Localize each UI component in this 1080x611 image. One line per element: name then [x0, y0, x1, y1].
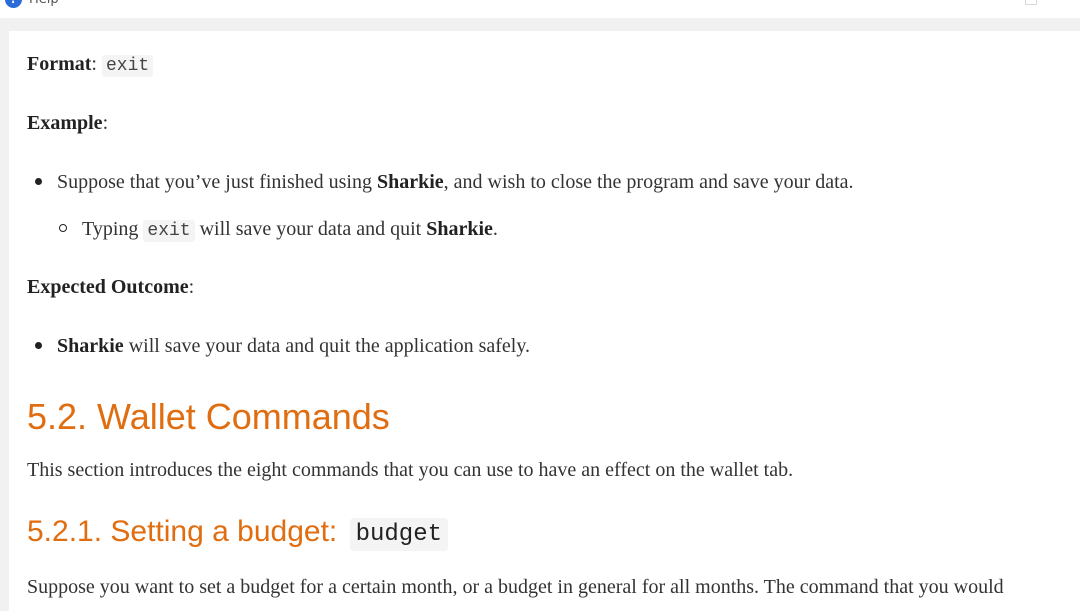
- format-line: Format: exit: [27, 52, 154, 78]
- window-title: Help: [29, 0, 59, 8]
- format-code: exit: [101, 55, 154, 77]
- outcome-line: Expected Outcome:: [27, 276, 195, 298]
- subsection-paragraph: Suppose you want to set a budget for a c…: [27, 576, 1004, 598]
- format-label: Format: [27, 53, 92, 75]
- budget-code: budget: [349, 518, 448, 551]
- window-control-button[interactable]: [1025, 0, 1037, 5]
- app-name: Sharkie: [57, 335, 124, 357]
- bullet: [35, 178, 42, 185]
- app-name: Sharkie: [376, 171, 444, 193]
- outcome-label: Expected Outcome: [27, 276, 189, 298]
- example-label: Example: [27, 112, 103, 134]
- sub-bullet: [59, 224, 67, 232]
- section-intro: This section introduces the eight comman…: [27, 459, 794, 481]
- title-bar: ? Help: [0, 0, 1080, 18]
- app-name: Sharkie: [426, 218, 493, 240]
- section-heading-wallet-commands: 5.2. Wallet Commands: [27, 396, 390, 437]
- exit-code: exit: [143, 220, 195, 242]
- example-sub-bullet-text: Typing exit will save your data and quit…: [82, 218, 498, 242]
- help-icon: ?: [5, 0, 22, 8]
- subsection-heading-budget: 5.2.1. Setting a budget: budget: [27, 514, 448, 554]
- outcome-bullet-text: Sharkie will save your data and quit the…: [57, 335, 531, 357]
- example-line: Example:: [27, 112, 109, 134]
- bullet: [35, 342, 42, 349]
- example-bullet-text: Suppose that you’ve just finished using …: [57, 171, 854, 193]
- help-content[interactable]: Format: exit Example: Suppose that you’v…: [9, 31, 1080, 611]
